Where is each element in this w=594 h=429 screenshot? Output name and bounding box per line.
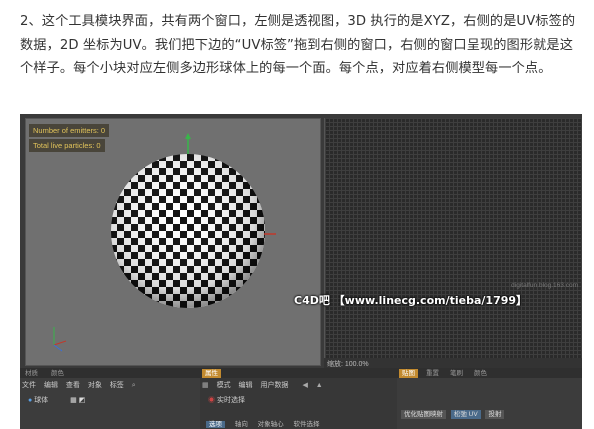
y-axis-arrow-icon xyxy=(185,133,191,139)
tab-material[interactable]: 材质 xyxy=(22,369,41,378)
arrow-up-icon[interactable]: ▲ xyxy=(316,382,323,389)
page-watermark: C4D吧 【www.linecg.com/tieba/1799】 xyxy=(294,294,528,307)
tab-brush[interactable]: 笔刷 xyxy=(447,369,466,378)
menu-edit-attr[interactable]: 编辑 xyxy=(239,382,253,389)
object-label: 球体 xyxy=(34,397,49,404)
live-selection-row[interactable]: ◉ 实时选择 xyxy=(208,395,245,405)
perspective-viewport[interactable]: Number of emitters: 0 Total live particl… xyxy=(25,118,321,366)
attributes-subtabs: 选项 轴向 对象轴心 软件选择 xyxy=(206,418,319,428)
menu-user-data[interactable]: 用户数据 xyxy=(260,382,288,389)
tab-uv-mapping[interactable]: 贴图 xyxy=(399,369,418,378)
sphere-checker xyxy=(111,154,265,308)
optimize-mapping-button[interactable]: 优化贴图映射 xyxy=(401,410,446,419)
menu-file[interactable]: 文件 xyxy=(22,382,36,389)
subtab-axis[interactable]: 轴向 xyxy=(235,421,248,428)
uv-status-bar: 缩放: 100.0% xyxy=(324,358,582,368)
menu-tag[interactable]: 标签 xyxy=(110,382,124,389)
tab-attributes[interactable]: 属性 xyxy=(202,369,221,378)
attributes-panel: 属性 ▦ 模式 编辑 用户数据 ◀ ▲ ◉ 实时选择 选项 轴向 对象轴心 软件… xyxy=(200,368,397,429)
material-tag-icon[interactable]: ◩ xyxy=(79,397,86,404)
projection-button[interactable]: 投射 xyxy=(485,410,505,419)
grid-icon[interactable]: ▦ xyxy=(202,382,209,389)
menu-view[interactable]: 查看 xyxy=(66,382,80,389)
object-manager-panel: 材质 颜色 文件 编辑 查看 对象 标签 ⌕ ● 球体 ▦ ◩ xyxy=(20,368,200,429)
menu-object[interactable]: 对象 xyxy=(88,382,102,389)
relax-uv-button[interactable]: 松弛 UV xyxy=(450,410,481,419)
subtab-options[interactable]: 选项 xyxy=(206,421,225,428)
uv-watermark: digitalfun.blog.163.com xyxy=(511,282,578,289)
uv-tools-panel: 贴图 重置 笔刷 颜色 优化贴图映射 松弛 UV 投射 xyxy=(397,368,582,429)
live-selection-label: 实时选择 xyxy=(216,397,245,404)
subtab-soft-selection[interactable]: 软件选择 xyxy=(293,421,319,428)
uv-command-buttons: 优化贴图映射 松弛 UV 投射 xyxy=(401,408,505,419)
menu-edit[interactable]: 编辑 xyxy=(44,382,58,389)
tab-color[interactable]: 颜色 xyxy=(48,369,67,378)
menu-mode[interactable]: 模式 xyxy=(217,382,231,389)
object-row[interactable]: ● 球体 ▦ ◩ xyxy=(28,395,85,405)
search-icon[interactable]: ⌕ xyxy=(132,382,136,389)
subtab-object-axis[interactable]: 对象轴心 xyxy=(258,421,284,428)
uv-tag-icon[interactable]: ▦ xyxy=(70,397,77,404)
attributes-menu: ▦ 模式 编辑 用户数据 ◀ ▲ xyxy=(202,380,395,391)
object-manager-menu: 文件 编辑 查看 对象 标签 ⌕ xyxy=(22,380,198,391)
object-manager-tabs: 材质 颜色 xyxy=(20,368,200,378)
sphere-render xyxy=(53,133,276,352)
sphere-object-icon: ● xyxy=(28,397,33,404)
uv-editor-canvas[interactable] xyxy=(324,118,582,358)
tab-reset[interactable]: 重置 xyxy=(423,369,442,378)
live-selection-icon: ◉ xyxy=(208,397,215,404)
axis-indicator-icon xyxy=(53,327,67,352)
article-paragraph: 2、这个工具模块界面，共有两个窗口，左侧是透视图，3D 执行的是XYZ，右侧的是… xyxy=(20,14,576,76)
tab-color-uv[interactable]: 颜色 xyxy=(471,369,490,378)
c4d-screenshot: Number of emitters: 0 Total live particl… xyxy=(20,114,582,429)
arrow-left-icon[interactable]: ◀ xyxy=(302,382,307,389)
uv-tools-tabs: 贴图 重置 笔刷 颜色 xyxy=(397,368,582,378)
attributes-tabs: 属性 xyxy=(200,368,397,378)
